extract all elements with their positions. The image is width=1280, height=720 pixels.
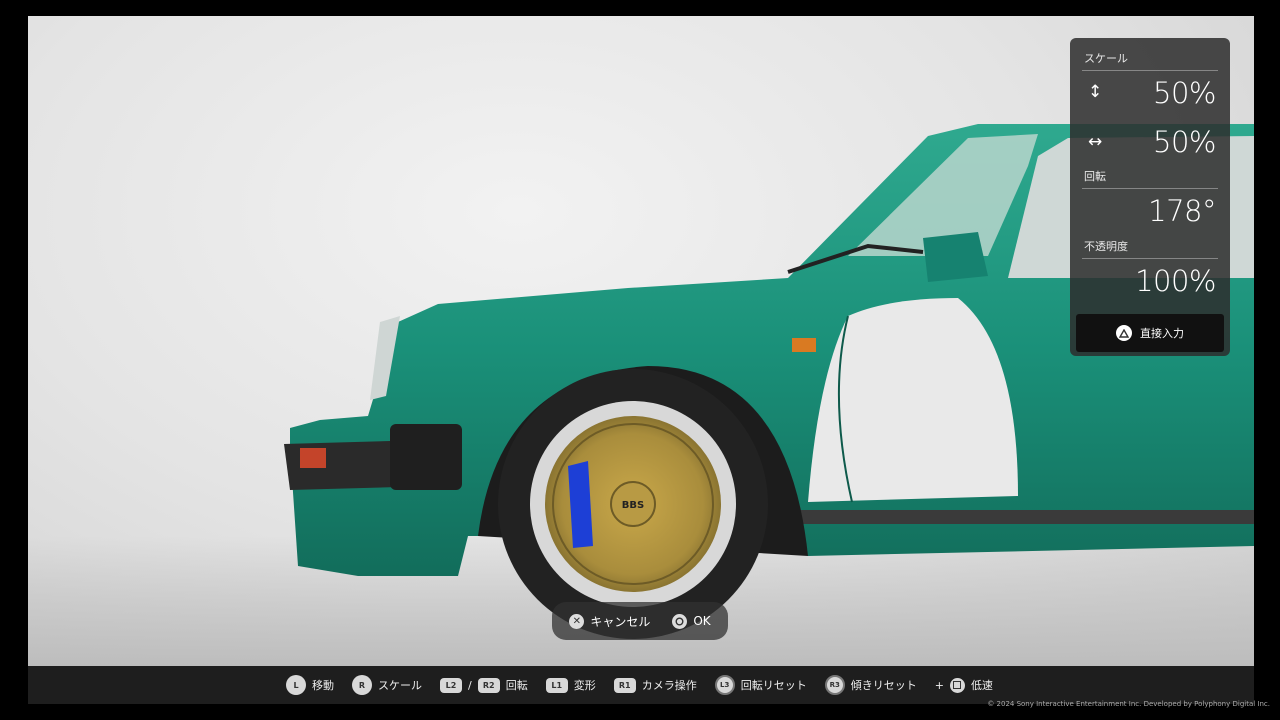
scale-horizontal-value[interactable]: 50% <box>1153 125 1216 159</box>
l2-button-icon: L2 <box>440 677 462 693</box>
scale-vertical-value[interactable]: 50% <box>1153 76 1216 110</box>
copyright-text: © 2024 Sony Interactive Entertainment In… <box>987 700 1270 708</box>
side-trim <box>798 510 1254 524</box>
hint-transform: L1 変形 <box>545 677 596 693</box>
l1-button-icon: L1 <box>545 677 568 693</box>
scale-label: スケール <box>1084 52 1128 65</box>
wheel-badge: BBS <box>622 500 644 511</box>
opacity-label: 不透明度 <box>1084 240 1128 253</box>
cancel-button[interactable]: ✕ キャンセル <box>569 613 650 630</box>
hint-tilt-reset: R3 傾きリセット <box>824 675 917 695</box>
bumper-grille <box>390 424 462 490</box>
hint-scale-label: スケール <box>378 679 422 692</box>
direct-input-label: 直接入力 <box>1140 327 1184 340</box>
indicator-light <box>300 448 326 468</box>
rotation-label: 回転 <box>1084 170 1106 183</box>
hint-camera-label: カメラ操作 <box>641 679 697 692</box>
cancel-label: キャンセル <box>590 614 651 629</box>
side-mirror <box>923 232 988 282</box>
left-stick-icon: L <box>286 675 306 695</box>
divider <box>1082 258 1218 259</box>
ok-button[interactable]: OK <box>672 613 711 629</box>
divider <box>1082 70 1218 71</box>
triangle-button-icon <box>1116 325 1132 341</box>
hint-slow-plus: + <box>934 678 944 692</box>
r1-button-icon: R1 <box>613 677 636 693</box>
horizontal-arrow-icon: ↔ <box>1088 132 1103 152</box>
cross-button-icon: ✕ <box>569 613 585 629</box>
confirm-bar: ✕ キャンセル OK <box>552 602 728 640</box>
direct-input-button[interactable]: 直接入力 <box>1076 314 1224 352</box>
vertical-arrow-icon: ↕ <box>1088 82 1103 102</box>
side-marker <box>792 338 816 352</box>
hint-move-label: 移動 <box>312 679 334 692</box>
hint-camera: R1 カメラ操作 <box>613 677 697 693</box>
hint-rotate-reset-label: 回転リセット <box>740 679 807 692</box>
l3-button-icon: L3 <box>714 675 735 695</box>
opacity-value[interactable]: 100% <box>1135 264 1216 298</box>
rotation-value[interactable]: 178° <box>1148 194 1216 228</box>
controls-hint-bar: L 移動 R スケール L2 / R2 回転 L1 変形 R1 カメラ操作 L3… <box>28 666 1254 704</box>
square-button-icon <box>949 677 965 693</box>
hint-rotate-label: 回転 <box>505 679 528 692</box>
ok-label: OK <box>693 614 711 628</box>
decal-control-panel: スケール ↕ 50% ↔ 50% 回転 178° 不透明度 100% 直接入力 <box>1070 38 1230 356</box>
hint-rotate-reset: L3 回転リセット <box>714 675 807 695</box>
divider <box>1082 188 1218 189</box>
hint-transform-label: 変形 <box>573 679 596 692</box>
right-stick-icon: R <box>352 675 372 695</box>
r2-button-icon: R2 <box>477 677 500 693</box>
hint-tilt-reset-label: 傾きリセット <box>850 679 917 692</box>
hint-slow: + 低速 <box>935 677 993 693</box>
hint-rotate: L2 / R2 回転 <box>440 677 528 693</box>
hint-move: L 移動 <box>286 675 334 695</box>
r3-button-icon: R3 <box>824 675 845 695</box>
hint-scale: R スケール <box>352 675 422 695</box>
hint-rotate-separator: / <box>468 678 472 692</box>
hint-slow-label: 低速 <box>970 679 993 692</box>
circle-button-icon <box>672 613 688 629</box>
